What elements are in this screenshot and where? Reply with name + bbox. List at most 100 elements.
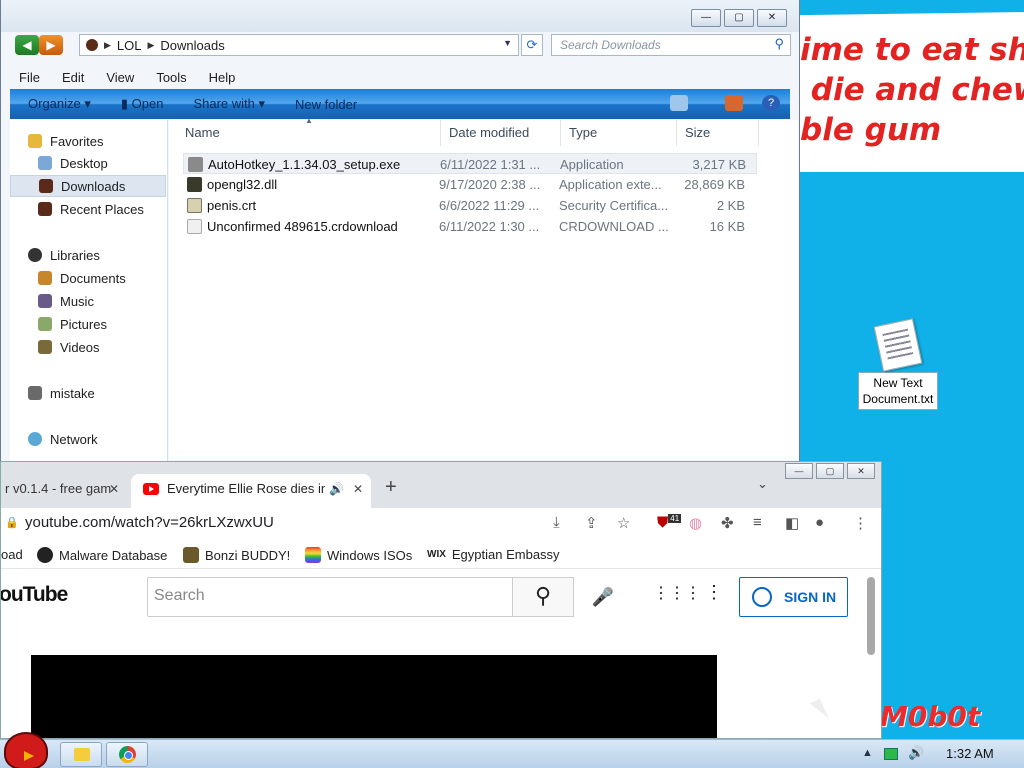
network-tray-icon[interactable] bbox=[884, 748, 898, 760]
scrollbar-thumb[interactable] bbox=[867, 577, 875, 655]
file-row[interactable]: opengl32.dll 9/17/2020 2:38 ... Applicat… bbox=[183, 174, 757, 195]
menu-view[interactable]: View bbox=[106, 70, 134, 85]
preview-pane-icon[interactable] bbox=[725, 95, 743, 111]
install-icon[interactable]: ⤓ bbox=[553, 514, 560, 531]
bookmark-download[interactable]: oad bbox=[1, 547, 23, 562]
explorer-window: — ▢ ✕ ◀ ▶ ▶ LOL ▶ Downloads ▼ ⟳ Search D… bbox=[0, 0, 800, 462]
view-options-icon[interactable] bbox=[670, 95, 688, 111]
column-header-type[interactable]: Type bbox=[561, 120, 677, 146]
organize-button[interactable]: Organize ▾ bbox=[28, 96, 91, 112]
media-control-icon[interactable]: ≡ bbox=[753, 514, 762, 531]
extensions-puzzle-icon[interactable]: ✤ bbox=[721, 514, 734, 532]
speaker-icon[interactable]: 🔊 bbox=[329, 474, 344, 504]
folder-location-icon bbox=[86, 39, 98, 51]
address-bar[interactable]: ▶ LOL ▶ Downloads ▼ bbox=[79, 34, 519, 56]
bookmark-bonzi-buddy[interactable]: Bonzi BUDDY! bbox=[183, 547, 290, 563]
bookmark-egyptian-embassy[interactable]: WIX Egyptian Embassy bbox=[427, 547, 560, 562]
chevron-down-icon[interactable]: ▼ bbox=[503, 38, 512, 48]
new-tab-button[interactable]: + bbox=[385, 476, 397, 499]
close-button[interactable]: ✕ bbox=[847, 463, 875, 479]
nav-downloads[interactable]: Downloads bbox=[10, 175, 166, 197]
bookmark-malware-database[interactable]: Malware Database bbox=[37, 547, 167, 563]
certificate-icon bbox=[187, 198, 202, 213]
column-header-size[interactable]: Size bbox=[677, 120, 759, 146]
file-row[interactable]: AutoHotkey_1.1.34.03_setup.exe 6/11/2022… bbox=[183, 153, 757, 174]
nav-music[interactable]: Music bbox=[38, 290, 94, 312]
star-icon bbox=[28, 134, 42, 148]
video-player[interactable] bbox=[31, 655, 717, 738]
taskbar-chrome-button[interactable] bbox=[106, 742, 148, 767]
bookmark-windows-isos[interactable]: Windows ISOs bbox=[305, 547, 412, 563]
search-input[interactable]: Search Downloads ⚲ bbox=[551, 34, 791, 56]
open-button[interactable]: ▮ Open bbox=[121, 96, 164, 112]
apps-grid-icon[interactable]: ⋮⋮⋮ bbox=[653, 583, 701, 603]
recent-places-icon bbox=[38, 202, 52, 216]
nav-videos[interactable]: Videos bbox=[38, 336, 100, 358]
nav-recent-places[interactable]: Recent Places bbox=[38, 198, 144, 220]
nav-mistake[interactable]: mistake bbox=[28, 382, 95, 404]
sign-in-button[interactable]: SIGN IN bbox=[739, 577, 848, 617]
explorer-titlebar[interactable] bbox=[1, 0, 799, 32]
taskbar: ▲ 🔊 1:32 AM bbox=[0, 732, 1024, 768]
side-panel-icon[interactable]: ◧ bbox=[785, 514, 799, 532]
menu-tools[interactable]: Tools bbox=[156, 70, 186, 85]
share-with-button[interactable]: Share with ▾ bbox=[193, 96, 265, 112]
close-tab-icon[interactable]: ✕ bbox=[109, 474, 119, 504]
youtube-logo[interactable]: ouTube bbox=[1, 583, 68, 607]
minimize-button[interactable]: — bbox=[691, 9, 721, 27]
nav-favorites[interactable]: Favorites bbox=[28, 130, 103, 152]
taskbar-explorer-button[interactable] bbox=[60, 742, 102, 767]
minimize-button[interactable]: — bbox=[785, 463, 813, 479]
nav-libraries[interactable]: Libraries bbox=[28, 244, 100, 266]
nav-documents[interactable]: Documents bbox=[38, 267, 126, 289]
tab-search-icon[interactable]: ⌄ bbox=[757, 476, 768, 492]
close-tab-icon[interactable]: ✕ bbox=[353, 474, 363, 504]
maximize-button[interactable]: ▢ bbox=[724, 9, 754, 27]
chevron-right-icon[interactable]: ▶ bbox=[104, 40, 111, 51]
more-options-icon[interactable]: ⋮ bbox=[705, 582, 723, 603]
bookmark-star-icon[interactable]: ☆ bbox=[617, 514, 630, 532]
wallpaper-mobot-text: M0b0t bbox=[880, 700, 981, 733]
taskbar-clock[interactable]: 1:32 AM bbox=[946, 746, 994, 761]
menu-file[interactable]: File bbox=[19, 70, 40, 85]
videos-icon bbox=[38, 340, 52, 354]
extension-ublock-icon[interactable]: ⛊ 41 bbox=[657, 514, 682, 531]
tab-free-game[interactable]: r v0.1.4 - free gam ✕ bbox=[1, 474, 129, 508]
search-icon[interactable]: ⚲ bbox=[512, 577, 574, 617]
volume-icon[interactable]: 🔊 bbox=[908, 745, 924, 761]
column-header-date-modified[interactable]: Date modified bbox=[441, 120, 561, 146]
new-folder-button[interactable]: New folder bbox=[295, 97, 357, 112]
chrome-menu-icon[interactable]: ⋮ bbox=[853, 514, 868, 532]
maximize-button[interactable]: ▢ bbox=[816, 463, 844, 479]
search-icon[interactable]: ⚲ bbox=[774, 36, 784, 52]
url-input[interactable]: youtube.com/watch?v=26krLXzwxUU bbox=[25, 514, 274, 531]
menu-help[interactable]: Help bbox=[209, 70, 236, 85]
share-icon[interactable]: ⇪ bbox=[585, 514, 598, 532]
help-icon[interactable]: ? bbox=[762, 95, 780, 111]
menu-edit[interactable]: Edit bbox=[62, 70, 84, 85]
nav-desktop[interactable]: Desktop bbox=[38, 152, 108, 174]
lock-icon[interactable]: 🔒 bbox=[5, 516, 19, 529]
desktop-icon-new-text-document[interactable]: New Text Document.txt bbox=[858, 318, 938, 410]
close-button[interactable]: ✕ bbox=[757, 9, 787, 27]
nav-network[interactable]: Network bbox=[28, 428, 98, 450]
microphone-icon[interactable]: 🎤 bbox=[587, 581, 619, 613]
show-hidden-icons-icon[interactable]: ▲ bbox=[862, 747, 873, 759]
refresh-icon[interactable]: ⟳ bbox=[521, 34, 543, 56]
tab-youtube[interactable]: Everytime Ellie Rose dies in 🔊 ✕ bbox=[131, 474, 371, 508]
start-button[interactable] bbox=[4, 732, 48, 768]
account-icon bbox=[752, 587, 772, 607]
nav-pictures[interactable]: Pictures bbox=[38, 313, 107, 335]
youtube-search-input[interactable]: Search bbox=[147, 577, 513, 617]
file-row[interactable]: Unconfirmed 489615.crdownload 6/11/2022 … bbox=[183, 216, 757, 237]
forward-arrow-icon[interactable]: ▶ bbox=[39, 35, 63, 55]
file-row[interactable]: penis.crt 6/6/2022 11:29 ... Security Ce… bbox=[183, 195, 757, 216]
breadcrumb-lol[interactable]: LOL bbox=[117, 38, 142, 53]
navigation-pane: Favorites Desktop Downloads Recent Place… bbox=[10, 120, 168, 461]
extension-flag-icon[interactable]: ◍ bbox=[689, 514, 702, 532]
wix-icon: WIX bbox=[427, 549, 446, 560]
breadcrumb-downloads[interactable]: Downloads bbox=[160, 38, 224, 53]
profile-avatar-icon[interactable]: ● bbox=[815, 514, 824, 531]
chevron-right-icon[interactable]: ▶ bbox=[148, 40, 155, 51]
back-arrow-icon[interactable]: ◀ bbox=[15, 35, 39, 55]
